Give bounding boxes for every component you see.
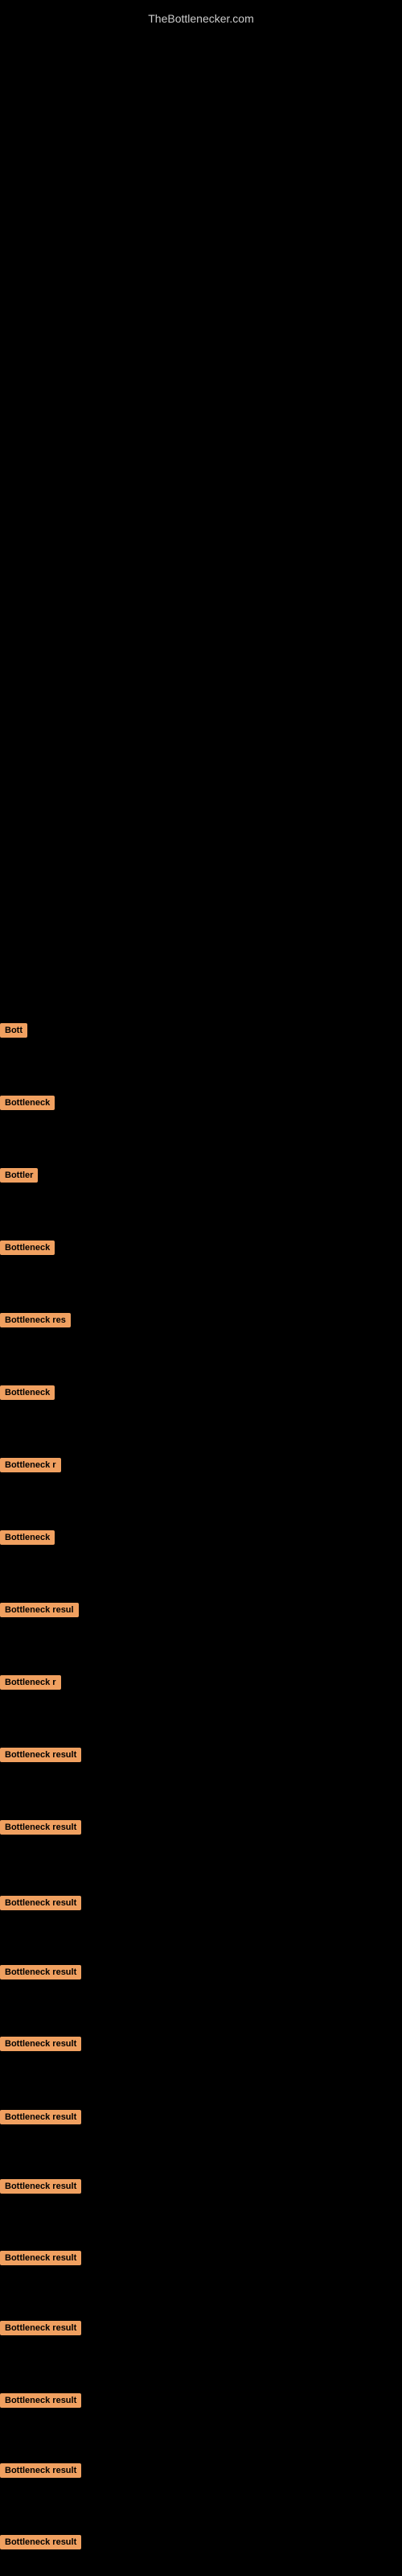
result-item-8: Bottleneck	[0, 1530, 55, 1545]
result-item-20: Bottleneck result	[0, 2392, 81, 2408]
bottleneck-result-label-11: Bottleneck result	[0, 1748, 81, 1762]
result-item-2: Bottleneck	[0, 1095, 55, 1110]
result-item-22: Bottleneck result	[0, 2534, 81, 2549]
result-item-5: Bottleneck res	[0, 1312, 71, 1327]
result-item-11: Bottleneck result	[0, 1747, 81, 1762]
bottleneck-result-label-2: Bottleneck	[0, 1096, 55, 1110]
bottleneck-result-label-7: Bottleneck r	[0, 1458, 61, 1472]
result-item-12: Bottleneck result	[0, 1819, 81, 1835]
bottleneck-result-label-20: Bottleneck result	[0, 2393, 81, 2408]
result-item-16: Bottleneck result	[0, 2109, 81, 2124]
result-item-13: Bottleneck result	[0, 1895, 81, 1910]
bottleneck-result-label-12: Bottleneck result	[0, 1820, 81, 1835]
result-item-10: Bottleneck r	[0, 1674, 61, 1690]
result-item-4: Bottleneck	[0, 1240, 55, 1255]
bottleneck-result-label-1: Bott	[0, 1023, 27, 1038]
bottleneck-result-label-21: Bottleneck result	[0, 2463, 81, 2478]
site-title: TheBottlenecker.com	[140, 4, 262, 33]
bottleneck-result-label-6: Bottleneck	[0, 1385, 55, 1400]
result-item-14: Bottleneck result	[0, 1964, 81, 1979]
bottleneck-result-label-8: Bottleneck	[0, 1530, 55, 1545]
bottleneck-result-label-18: Bottleneck result	[0, 2251, 81, 2265]
result-item-1: Bott	[0, 1022, 27, 1038]
bottleneck-result-label-15: Bottleneck result	[0, 2037, 81, 2051]
bottleneck-result-label-13: Bottleneck result	[0, 1896, 81, 1910]
result-item-18: Bottleneck result	[0, 2250, 81, 2265]
result-item-21: Bottleneck result	[0, 2462, 81, 2478]
bottleneck-result-label-9: Bottleneck resul	[0, 1603, 79, 1617]
result-item-17: Bottleneck result	[0, 2178, 81, 2194]
bottleneck-result-label-4: Bottleneck	[0, 1241, 55, 1255]
bottleneck-result-label-14: Bottleneck result	[0, 1965, 81, 1979]
bottleneck-result-label-16: Bottleneck result	[0, 2110, 81, 2124]
bottleneck-result-label-10: Bottleneck r	[0, 1675, 61, 1690]
bottleneck-result-label-22: Bottleneck result	[0, 2535, 81, 2549]
result-item-9: Bottleneck resul	[0, 1602, 79, 1617]
result-item-3: Bottler	[0, 1167, 38, 1183]
bottleneck-result-label-5: Bottleneck res	[0, 1313, 71, 1327]
result-item-7: Bottleneck r	[0, 1457, 61, 1472]
bottleneck-result-label-19: Bottleneck result	[0, 2321, 81, 2335]
result-item-19: Bottleneck result	[0, 2320, 81, 2335]
result-item-6: Bottleneck	[0, 1385, 55, 1400]
bottleneck-result-label-3: Bottler	[0, 1168, 38, 1183]
bottleneck-result-label-17: Bottleneck result	[0, 2179, 81, 2194]
result-item-15: Bottleneck result	[0, 2036, 81, 2051]
